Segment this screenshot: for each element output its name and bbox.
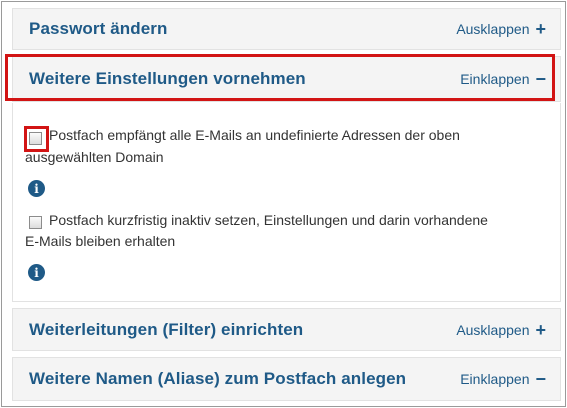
section-highlight [5,54,555,101]
section-title: Weiterleitungen (Filter) einrichten [29,319,304,339]
toggle-label: Ausklappen [456,321,530,338]
inactive-checkbox[interactable] [29,216,42,229]
section-title: Passwort ändern [29,19,168,38]
catch-all-label-line2: ausgewählten Domain [25,149,164,165]
plus-icon: + [535,319,546,340]
minus-icon: − [535,369,546,389]
inactive-label-line1: Postfach kurzfristig inaktiv setzen, Ein… [49,212,488,228]
toggle-label: Ausklappen [456,21,530,37]
inactive-label-line2: E-Mails bleiben erhalten [25,233,176,249]
plus-icon: + [535,19,546,39]
info-icon[interactable]: i [28,180,45,197]
section-aliases[interactable]: Weitere Namen (Aliase) zum Postfach anle… [12,357,561,401]
info-icon[interactable]: i [28,264,45,281]
settings-frame: Passwort ändern Ausklappen + Weitere Ein… [1,1,566,407]
section-forwarding[interactable]: Weiterleitungen (Filter) einrichten Ausk… [12,308,561,351]
section-title: Weitere Namen (Aliase) zum Postfach anle… [29,369,407,388]
expand-toggle[interactable]: Ausklappen + [456,9,546,49]
section-password[interactable]: Passwort ändern Ausklappen + [12,8,561,50]
catch-all-label-line1: Postfach empfängt alle E-Mails an undefi… [49,127,460,143]
expand-toggle[interactable]: Ausklappen + [456,309,546,350]
toggle-label: Einklappen [460,371,530,387]
collapse-toggle[interactable]: Einklappen − [460,358,546,400]
catch-all-checkbox[interactable] [29,132,42,145]
